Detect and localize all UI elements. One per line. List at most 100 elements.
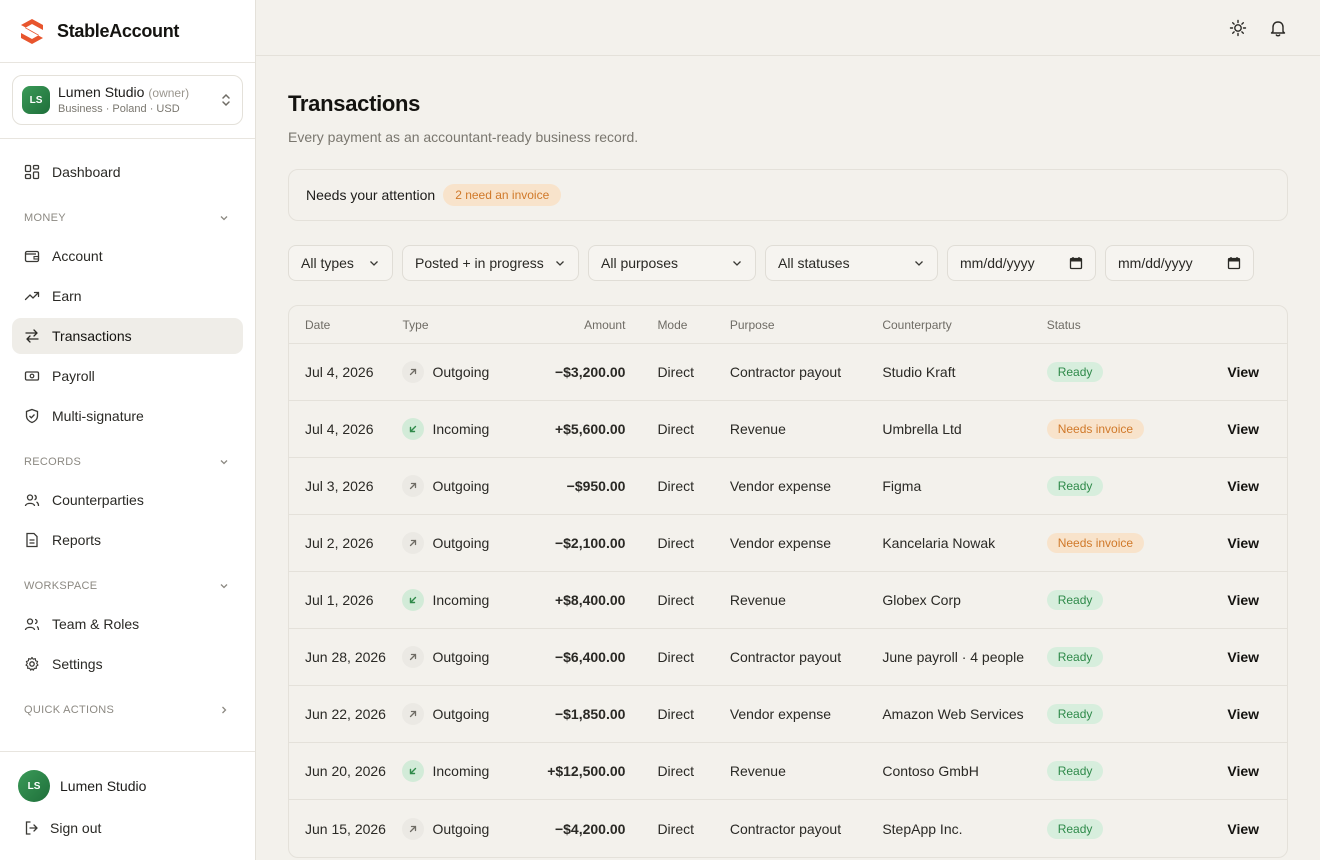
sidebar-item-label: Earn — [52, 288, 82, 304]
purpose-filter[interactable]: All purposes — [588, 245, 756, 281]
section-label: WORKSPACE — [24, 580, 98, 592]
org-switcher[interactable]: LS Lumen Studio (owner) Business · Poland… — [12, 75, 243, 125]
shield-icon — [24, 408, 40, 424]
cell-purpose: Vendor expense — [729, 535, 832, 551]
table-row[interactable]: Jul 3, 2026 Outgoing −$950.00 Direct Ven… — [289, 458, 1287, 515]
header-date[interactable]: Date — [289, 318, 402, 332]
header-mode[interactable]: Mode — [625, 318, 729, 332]
sign-out-button[interactable]: Sign out — [24, 820, 237, 836]
org-avatar: LS — [22, 86, 50, 114]
date-to-input[interactable]: mm/dd/yyyy — [1105, 245, 1254, 281]
table-row[interactable]: Jun 15, 2026 Outgoing −$4,200.00 Direct … — [289, 800, 1287, 857]
table-row[interactable]: Jul 1, 2026 Incoming +$8,400.00 Direct R… — [289, 572, 1287, 629]
cell-status: Ready — [1046, 818, 1182, 839]
header-purpose[interactable]: Purpose — [730, 318, 883, 332]
cell-date: Jul 4, 2026 — [305, 421, 374, 437]
cell-date: Jun 22, 2026 — [305, 706, 386, 722]
view-button[interactable]: View — [1182, 592, 1287, 608]
arrow-down-left-icon — [410, 596, 417, 604]
table-row[interactable]: Jun 28, 2026 Outgoing −$6,400.00 Direct … — [289, 629, 1287, 686]
view-button[interactable]: View — [1182, 706, 1287, 722]
section-records[interactable]: RECORDS — [12, 442, 243, 482]
status-badge: Ready — [1046, 818, 1104, 839]
chevron-right-icon — [222, 706, 227, 714]
cell-counterparty: Figma — [882, 478, 922, 494]
cell-amount: +$5,600.00 — [554, 421, 626, 437]
status-filter[interactable]: All statuses — [765, 245, 938, 281]
trending-up-icon — [24, 288, 40, 304]
state-filter[interactable]: Posted + in progress — [402, 245, 579, 281]
section-workspace[interactable]: WORKSPACE — [12, 566, 243, 606]
sidebar-item-counterparties[interactable]: Counterparties — [12, 482, 243, 518]
table-row[interactable]: Jul 4, 2026 Outgoing −$3,200.00 Direct C… — [289, 344, 1287, 401]
sidebar-item-earn[interactable]: Earn — [12, 278, 243, 314]
sidebar-item-payroll[interactable]: Payroll — [12, 358, 243, 394]
transactions-table: Date Type Amount Mode Purpose Counterpar… — [288, 305, 1288, 858]
type-filter-value: All types — [301, 255, 354, 271]
chevron-down-icon — [220, 584, 228, 589]
brand[interactable]: StableAccount — [0, 0, 255, 63]
type-filter[interactable]: All types — [288, 245, 393, 281]
outgoing-icon — [402, 361, 425, 383]
user-profile[interactable]: LS Lumen Studio — [18, 770, 237, 802]
cell-status: Needs invoice — [1046, 533, 1182, 553]
cell-mode: Direct — [657, 763, 694, 779]
sidebar-item-label: Transactions — [52, 328, 132, 344]
header-amount[interactable]: Amount — [528, 318, 625, 332]
table-row[interactable]: Jul 2, 2026 Outgoing −$2,100.00 Direct V… — [289, 515, 1287, 572]
table-row[interactable]: Jul 4, 2026 Incoming +$5,600.00 Direct R… — [289, 401, 1287, 458]
sidebar-item-label: Payroll — [52, 368, 95, 384]
type-label: Outgoing — [432, 364, 490, 380]
status-badge: Ready — [1046, 590, 1104, 610]
cell-mode: Direct — [657, 706, 694, 722]
header-counterparty[interactable]: Counterparty — [882, 318, 1046, 332]
cell-date: Jul 2, 2026 — [305, 535, 374, 551]
status-badge: Ready — [1046, 761, 1104, 781]
outgoing-icon — [402, 646, 425, 668]
sidebar-item-label: Settings — [52, 656, 103, 672]
status-badge: Ready — [1046, 476, 1104, 496]
section-money[interactable]: MONEY — [12, 198, 243, 238]
gear-icon — [24, 656, 40, 672]
cell-mode: Direct — [657, 421, 694, 437]
table-row[interactable]: Jun 22, 2026 Outgoing −$1,850.00 Direct … — [289, 686, 1287, 743]
sidebar-item-team[interactable]: Team & Roles — [12, 606, 243, 642]
view-button[interactable]: View — [1182, 535, 1287, 551]
cell-amount: −$6,400.00 — [554, 649, 626, 665]
header-type[interactable]: Type — [402, 318, 527, 332]
sun-icon[interactable] — [1228, 18, 1248, 38]
type-label: Outgoing — [432, 706, 490, 722]
view-button[interactable]: View — [1182, 421, 1287, 437]
sidebar-item-label: Multi-signature — [52, 408, 144, 424]
section-quick-actions[interactable]: QUICK ACTIONS — [12, 690, 243, 730]
attention-badge[interactable]: 2 need an invoice — [443, 184, 562, 206]
sidebar-item-transactions[interactable]: Transactions — [12, 318, 243, 354]
cell-counterparty: Contoso GmbH — [882, 763, 979, 779]
bell-icon[interactable] — [1268, 18, 1288, 38]
view-button[interactable]: View — [1182, 763, 1287, 779]
users-icon — [24, 492, 40, 508]
arrow-up-right-icon — [410, 825, 417, 832]
sidebar-item-reports[interactable]: Reports — [12, 522, 243, 558]
outgoing-icon — [402, 475, 425, 497]
cell-purpose: Revenue — [729, 763, 786, 779]
view-button[interactable]: View — [1182, 478, 1287, 494]
date-from-input[interactable]: mm/dd/yyyy — [947, 245, 1096, 281]
sidebar-item-multisig[interactable]: Multi-signature — [12, 398, 243, 434]
sidebar-item-dashboard[interactable]: Dashboard — [12, 154, 243, 190]
sidebar-item-settings[interactable]: Settings — [12, 646, 243, 682]
sidebar-item-account[interactable]: Account — [12, 238, 243, 274]
table-row[interactable]: Jun 20, 2026 Incoming +$12,500.00 Direct… — [289, 743, 1287, 800]
org-switcher-wrap: LS Lumen Studio (owner) Business · Poland… — [0, 63, 255, 139]
cell-date: Jul 1, 2026 — [305, 592, 374, 608]
cell-status: Needs invoice — [1046, 419, 1182, 439]
date-to-value: mm/dd/yyyy — [1118, 255, 1193, 271]
view-button[interactable]: View — [1182, 364, 1287, 380]
cell-type: Outgoing — [402, 361, 527, 383]
cell-status: Ready — [1046, 647, 1182, 667]
incoming-icon — [402, 418, 425, 440]
header-status[interactable]: Status — [1047, 318, 1182, 332]
view-button[interactable]: View — [1182, 821, 1287, 837]
cell-purpose: Contractor payout — [729, 820, 842, 837]
view-button[interactable]: View — [1182, 649, 1287, 665]
